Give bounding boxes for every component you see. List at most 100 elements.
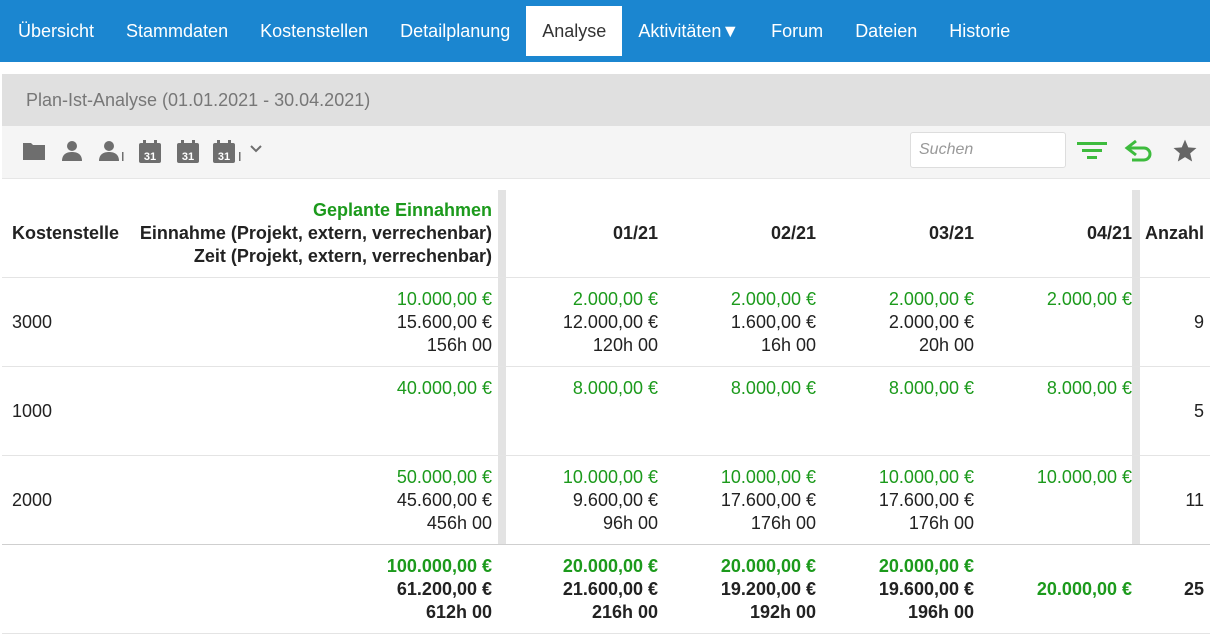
anzahl-cell: 11 (1140, 455, 1210, 545)
actual-income: 9.600,00 € (572, 489, 658, 510)
top-navigation: Übersicht Stammdaten Kostenstellen Detai… (0, 0, 1210, 62)
analysis-table: Kostenstelle Geplante Einnahmen Einnahme… (2, 190, 1210, 634)
star-icon[interactable] (1172, 138, 1198, 169)
total-actual-income: 21.600,00 € (562, 578, 658, 599)
column-header-month[interactable]: 02/21 (658, 190, 816, 278)
calendar-icon[interactable]: 31 (138, 140, 162, 169)
header-row: Kostenstelle Geplante Einnahmen Einnahme… (2, 190, 1210, 278)
actual-income (974, 311, 1132, 334)
actual-time (816, 423, 974, 446)
tab-aktivitaeten[interactable]: Aktivitäten▼ (622, 6, 755, 56)
month-cell: 10.000,00 € 9.600,00 € 96h 00 (506, 455, 658, 545)
table-row[interactable]: 2000 50.000,00 € 45.600,00 € 456h 00 10.… (2, 455, 1210, 545)
month-cell: 2.000,00 € 1.600,00 € 16h 00 (658, 277, 816, 367)
planned-income: 8.000,00 € (572, 377, 658, 398)
actual-income (128, 400, 492, 423)
actual-income: 17.600,00 € (720, 489, 816, 510)
users-icon[interactable] (98, 140, 126, 167)
actual-income: 45.600,00 € (396, 489, 492, 510)
planned-income: 2.000,00 € (730, 288, 816, 309)
svg-text:31: 31 (218, 151, 230, 163)
anzahl-cell: 5 (1140, 366, 1210, 456)
tab-historie[interactable]: Historie (933, 6, 1026, 56)
total-planned-income: 100.000,00 € (386, 555, 492, 576)
total-label-cell (2, 544, 128, 634)
actual-income: 1.600,00 € (730, 311, 816, 332)
panel-title: Plan-Ist-Analyse (01.01.2021 - 30.04.202… (2, 74, 1210, 126)
actual-income: 17.600,00 € (878, 489, 974, 510)
tab-kostenstellen[interactable]: Kostenstellen (244, 6, 384, 56)
tab-forum[interactable]: Forum (755, 6, 839, 56)
analysis-table-container: Kostenstelle Geplante Einnahmen Einnahme… (2, 190, 1210, 634)
planned-income: 10.000,00 € (396, 288, 492, 309)
column-divider (498, 366, 506, 456)
column-divider (1132, 544, 1140, 634)
month-cell: 10.000,00 € 17.600,00 € 176h 00 (658, 455, 816, 545)
column-header-anzahl[interactable]: Anzahl (1140, 190, 1210, 278)
planned-income: 2.000,00 € (572, 288, 658, 309)
planned-income: 8.000,00 € (1046, 377, 1132, 398)
actual-time (974, 423, 1132, 446)
table-row[interactable]: 1000 40.000,00 € 8.000,00 € 8.000,00 € 8… (2, 366, 1210, 456)
actual-income: 2.000,00 € (888, 311, 974, 332)
filter-icon[interactable] (1076, 138, 1108, 169)
actual-time: 20h 00 (918, 334, 974, 355)
column-divider (498, 190, 506, 278)
folder-icon[interactable] (22, 140, 46, 167)
tab-uebersicht[interactable]: Übersicht (0, 6, 110, 56)
actual-income (658, 400, 816, 423)
month-cell: 10.000,00 € 17.600,00 € 176h 00 (816, 455, 974, 545)
column-divider (1132, 277, 1140, 367)
calendar-icon[interactable]: 31 (176, 140, 200, 169)
undo-icon[interactable] (1124, 138, 1154, 169)
column-divider (1132, 455, 1140, 545)
month-cell: 20.000,00 € 19.600,00 € 196h 00 (816, 544, 974, 634)
total-actual-income: 61.200,00 € (396, 578, 492, 599)
anzahl-cell: 25 (1140, 544, 1210, 634)
planned-income: 2.000,00 € (1046, 288, 1132, 309)
total-actual-time: 216h 00 (591, 601, 658, 622)
column-header-plan[interactable]: Geplante Einnahmen Einnahme (Projekt, ex… (128, 190, 498, 278)
table-row[interactable]: 3000 10.000,00 € 15.600,00 € 156h 00 2.0… (2, 277, 1210, 367)
total-planned-income: 20.000,00 € (562, 555, 658, 576)
month-cell: 8.000,00 € (506, 366, 658, 456)
month-cell: 8.000,00 € (658, 366, 816, 456)
column-divider (1132, 366, 1140, 456)
actual-time: 456h 00 (426, 512, 492, 533)
tab-detailplanung[interactable]: Detailplanung (384, 6, 526, 56)
total-actual-income: 19.200,00 € (720, 578, 816, 599)
chevron-down-icon[interactable] (248, 141, 264, 162)
actual-time (658, 423, 816, 446)
search-input[interactable] (910, 132, 1066, 168)
column-header-month[interactable]: 01/21 (506, 190, 658, 278)
month-cell: 20.000,00 € 21.600,00 € 216h 00 (506, 544, 658, 634)
planned-income: 50.000,00 € (396, 466, 492, 487)
column-header-kostenstelle[interactable]: Kostenstelle (2, 190, 128, 278)
plan-cell: 50.000,00 € 45.600,00 € 456h 00 (128, 455, 498, 545)
month-cell: 2.000,00 € 12.000,00 € 120h 00 (506, 277, 658, 367)
actual-income (974, 489, 1132, 512)
svg-text:31: 31 (144, 151, 156, 163)
planned-income: 10.000,00 € (720, 466, 816, 487)
plan-cell: 10.000,00 € 15.600,00 € 156h 00 (128, 277, 498, 367)
tab-stammdaten[interactable]: Stammdaten (110, 6, 244, 56)
kostenstelle-cell: 1000 (2, 366, 128, 456)
column-header-month[interactable]: 04/21 (974, 190, 1132, 278)
column-header-month[interactable]: 03/21 (816, 190, 974, 278)
month-cell: 2.000,00 € (974, 277, 1132, 367)
column-divider (498, 455, 506, 545)
actual-income (974, 400, 1132, 423)
user-icon[interactable] (60, 140, 84, 167)
plan-cell: 100.000,00 € 61.200,00 € 612h 00 (128, 544, 498, 634)
actual-time: 120h 00 (592, 334, 658, 355)
tab-analyse[interactable]: Analyse (526, 6, 623, 56)
month-cell: 20.000,00 € 19.200,00 € 192h 00 (658, 544, 816, 634)
actual-time (506, 423, 658, 446)
planned-income: 10.000,00 € (562, 466, 658, 487)
planned-income: 8.000,00 € (730, 377, 816, 398)
tab-dateien[interactable]: Dateien (839, 6, 933, 56)
header-einnahme: Einnahme (Projekt, extern, verrechenbar) (139, 223, 492, 243)
column-divider (1132, 190, 1140, 278)
svg-text:31: 31 (182, 151, 194, 163)
calendar-icon[interactable]: 31 (212, 140, 242, 169)
